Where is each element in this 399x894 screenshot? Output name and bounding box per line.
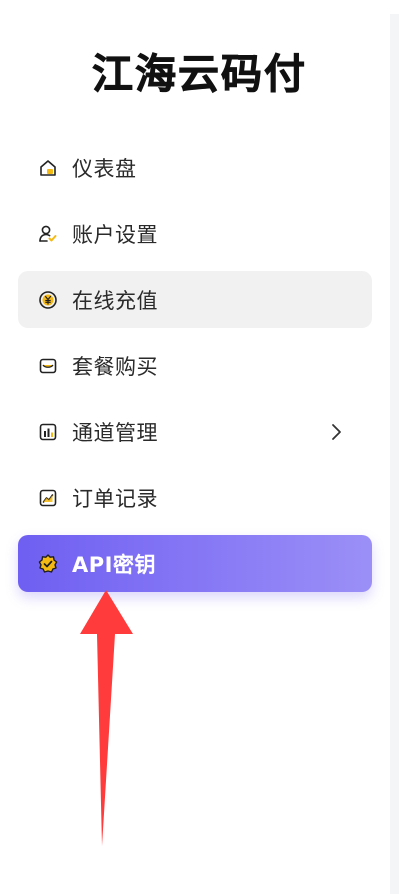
brand-title: 江海云码付 <box>92 50 307 99</box>
sidebar-item-label: 套餐购买 <box>72 354 158 379</box>
chevron-right-icon[interactable] <box>330 421 344 443</box>
sidebar: 江海云码付 仪表盘 账户设置 在线充值 套餐购买 通道管理 订单记录 API密钥 <box>0 0 390 894</box>
main-content-area <box>390 14 399 894</box>
sidebar-item-dashboard[interactable]: 仪表盘 <box>18 139 372 196</box>
sidebar-item-label: API密钥 <box>72 552 156 577</box>
sidebar-item-label: 在线充值 <box>72 288 158 313</box>
annotation-arrow <box>80 590 133 846</box>
user-settings-icon <box>37 223 59 245</box>
sidebar-item-label: 仪表盘 <box>72 156 137 181</box>
sidebar-item-channel-management[interactable]: 通道管理 <box>18 403 372 460</box>
sidebar-item-label: 账户设置 <box>72 222 158 247</box>
api-badge-icon <box>37 553 59 575</box>
app-root: 江海云码付 仪表盘 账户设置 在线充值 套餐购买 通道管理 订单记录 API密钥 <box>0 0 399 894</box>
sidebar-item-label: 通道管理 <box>72 420 158 445</box>
sidebar-item-label: 订单记录 <box>72 486 158 511</box>
sidebar-item-package-purchase[interactable]: 套餐购买 <box>18 337 372 394</box>
line-chart-icon <box>37 487 59 509</box>
sidebar-item-api-key[interactable]: API密钥 <box>18 535 372 592</box>
sidebar-item-account-settings[interactable]: 账户设置 <box>18 205 372 262</box>
sidebar-item-order-records[interactable]: 订单记录 <box>18 469 372 526</box>
bar-chart-icon <box>37 421 59 443</box>
sidebar-item-online-recharge[interactable]: 在线充值 <box>18 271 372 328</box>
yuan-coin-icon <box>37 289 59 311</box>
dashboard-icon <box>37 157 59 179</box>
package-icon <box>37 355 59 377</box>
sidebar-menu: 仪表盘 账户设置 在线充值 套餐购买 通道管理 订单记录 API密钥 <box>18 139 372 601</box>
